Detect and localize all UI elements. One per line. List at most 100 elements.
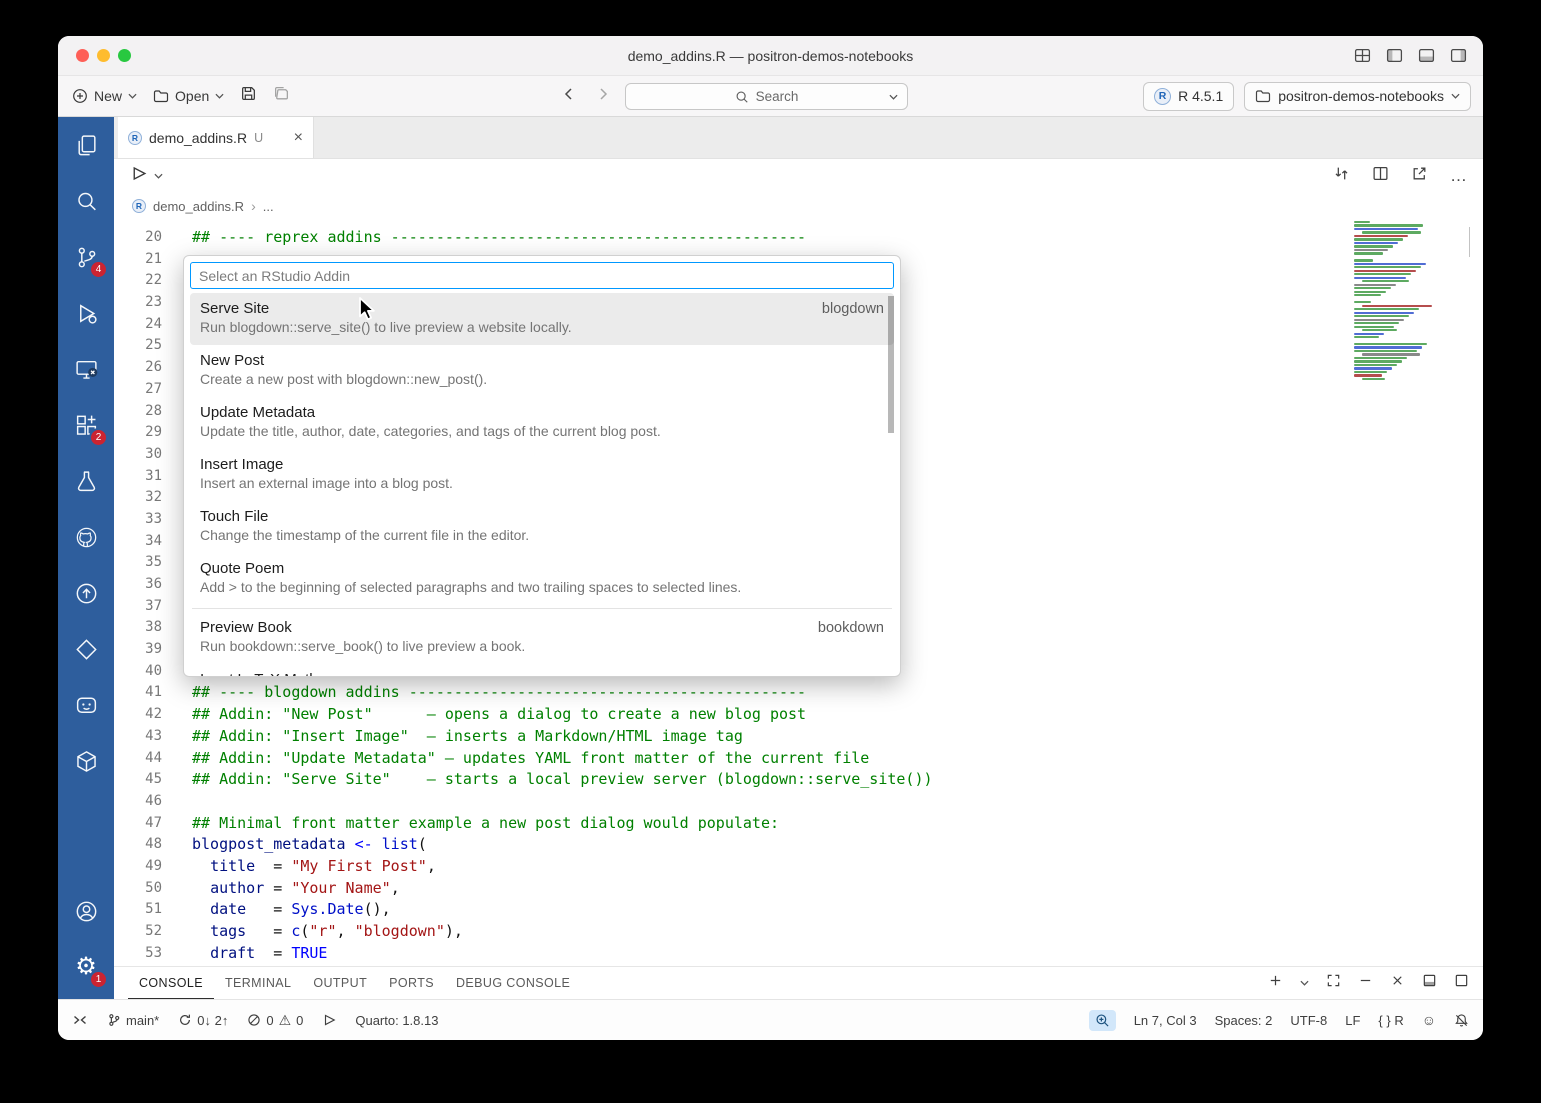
feedback-smiley-icon[interactable]: ☺: [1422, 1012, 1436, 1028]
settings-button[interactable]: ⚙ 1: [58, 939, 114, 995]
quickpick-item[interactable]: Insert ImageInsert an external image int…: [190, 449, 894, 501]
breadcrumb[interactable]: R demo_addins.R › ...: [114, 193, 1483, 219]
open-button[interactable]: Open: [153, 88, 224, 104]
language-mode[interactable]: { } R: [1378, 1013, 1403, 1028]
activity-remote-sessions[interactable]: [58, 341, 114, 397]
activity-packages[interactable]: [58, 733, 114, 789]
quickpick-item[interactable]: Serve SiteblogdownRun blogdown::serve_si…: [190, 293, 894, 345]
r-interpreter-button[interactable]: R R 4.5.1: [1143, 82, 1234, 111]
activity-github[interactable]: [58, 509, 114, 565]
code-line[interactable]: 43## Addin: "Insert Image" — inserts a M…: [114, 726, 1483, 748]
search-box[interactable]: Search: [625, 83, 908, 110]
code-line[interactable]: 45## Addin: "Serve Site" — starts a loca…: [114, 769, 1483, 791]
quickpick-item[interactable]: Update MetadataUpdate the title, author,…: [190, 397, 894, 449]
run-button[interactable]: [130, 165, 147, 187]
code-line[interactable]: 47## Minimal front matter example a new …: [114, 813, 1483, 835]
project-button[interactable]: positron-demos-notebooks: [1244, 82, 1471, 111]
eol[interactable]: LF: [1345, 1013, 1360, 1028]
code-line[interactable]: 49 title = "My First Post",: [114, 856, 1483, 878]
quickpick-scrollbar[interactable]: [888, 296, 894, 433]
save-button[interactable]: [240, 85, 257, 107]
quickpick-input[interactable]: [190, 262, 894, 289]
new-button[interactable]: New: [72, 88, 137, 104]
breadcrumb-file[interactable]: demo_addins.R: [153, 199, 244, 214]
forward-button[interactable]: [595, 86, 611, 107]
panel-layout-button[interactable]: [1422, 973, 1437, 993]
quickpick-item[interactable]: Input LaTeX Math: [190, 664, 894, 677]
code-line[interactable]: 41## ---- blogdown addins --------------…: [114, 682, 1483, 704]
tab-demo-addins[interactable]: R demo_addins.R U ×: [118, 117, 314, 158]
new-console-button[interactable]: [1268, 973, 1283, 993]
quickpick-item[interactable]: Touch FileChange the timestamp of the cu…: [190, 501, 894, 553]
back-button[interactable]: [561, 86, 577, 107]
maximize-panel-button[interactable]: [1326, 973, 1341, 993]
save-all-button[interactable]: [273, 85, 290, 107]
layout-grid-icon[interactable]: [1354, 47, 1371, 64]
toggle-left-sidebar-icon[interactable]: [1386, 47, 1403, 64]
zoom-window-button[interactable]: [118, 49, 131, 62]
quickpick-item[interactable]: Quote PoemAdd > to the beginning of sele…: [190, 553, 894, 605]
code-line[interactable]: 44## Addin: "Update Metadata" — updates …: [114, 748, 1483, 770]
run-task-status[interactable]: [322, 1013, 336, 1027]
code-line[interactable]: 50 author = "Your Name",: [114, 878, 1483, 900]
activity-run-debug[interactable]: [58, 285, 114, 341]
encoding[interactable]: UTF-8: [1290, 1013, 1327, 1028]
tab-close-icon[interactable]: ×: [294, 130, 303, 146]
panel-tab-terminal[interactable]: TERMINAL: [214, 967, 302, 999]
activity-assistant[interactable]: [58, 677, 114, 733]
activity-testing[interactable]: [58, 453, 114, 509]
zoom-indicator[interactable]: [1089, 1010, 1116, 1031]
git-branch-icon: [107, 1013, 121, 1027]
cursor-position[interactable]: Ln 7, Col 3: [1134, 1013, 1197, 1028]
line-number: 24: [114, 314, 162, 336]
notifications-button[interactable]: [1454, 1013, 1469, 1028]
activity-extensions[interactable]: 2: [58, 397, 114, 453]
quarto-status[interactable]: Quarto: 1.8.13: [355, 1013, 438, 1028]
branch-status[interactable]: main*: [107, 1013, 159, 1028]
code-line[interactable]: 48blogpost_metadata <- list(: [114, 834, 1483, 856]
quickpick-item[interactable]: Preview BookbookdownRun bookdown::serve_…: [190, 612, 894, 664]
close-window-button[interactable]: [76, 49, 89, 62]
panel-tab-ports[interactable]: PORTS: [378, 967, 445, 999]
compare-changes-button[interactable]: [1333, 165, 1350, 187]
restore-layout-button[interactable]: [1454, 973, 1469, 993]
chevron-down-icon[interactable]: [1300, 980, 1309, 986]
sync-status[interactable]: 0↓ 2↑: [178, 1013, 228, 1028]
chevron-down-icon: [889, 94, 898, 100]
remote-indicator[interactable]: [72, 1012, 88, 1028]
minimize-panel-button[interactable]: [1358, 973, 1373, 993]
open-external-button[interactable]: [1411, 165, 1428, 187]
minimize-window-button[interactable]: [97, 49, 110, 62]
more-actions-button[interactable]: …: [1450, 173, 1467, 180]
minimap[interactable]: [1354, 221, 1440, 381]
cube-icon: [74, 749, 99, 774]
activity-explorer[interactable]: [58, 117, 114, 173]
activity-publish[interactable]: [58, 565, 114, 621]
line-number: 27: [114, 379, 162, 401]
toggle-right-sidebar-icon[interactable]: [1450, 47, 1467, 64]
breadcrumb-more[interactable]: ...: [263, 199, 274, 214]
editor-scrollbar[interactable]: [1469, 227, 1483, 257]
indentation[interactable]: Spaces: 2: [1215, 1013, 1273, 1028]
code-line[interactable]: 51 date = Sys.Date(),: [114, 899, 1483, 921]
account-button[interactable]: [58, 883, 114, 939]
code-line[interactable]: 52 tags = c("r", "blogdown"),: [114, 921, 1483, 943]
panel-tab-debug-console[interactable]: DEBUG CONSOLE: [445, 967, 581, 999]
problems-status[interactable]: 0 ⚠ 0: [247, 1012, 303, 1029]
activity-search[interactable]: [58, 173, 114, 229]
activity-source-control[interactable]: 4: [58, 229, 114, 285]
code-line[interactable]: 53 draft = TRUE: [114, 943, 1483, 965]
chevron-down-icon: [215, 93, 224, 99]
quickpick-item[interactable]: New PostCreate a new post with blogdown:…: [190, 345, 894, 397]
error-icon: [247, 1013, 261, 1027]
close-panel-button[interactable]: [1390, 973, 1405, 993]
code-line[interactable]: 42## Addin: "New Post" — opens a dialog …: [114, 704, 1483, 726]
panel-tab-output[interactable]: OUTPUT: [302, 967, 378, 999]
code-line[interactable]: 20## ---- reprex addins ----------------…: [114, 227, 1483, 249]
panel-tab-console[interactable]: CONSOLE: [128, 967, 214, 999]
chevron-down-icon[interactable]: [154, 173, 163, 179]
toggle-panel-icon[interactable]: [1418, 47, 1435, 64]
split-editor-button[interactable]: [1372, 165, 1389, 187]
code-line[interactable]: 46: [114, 791, 1483, 813]
activity-quarto[interactable]: [58, 621, 114, 677]
